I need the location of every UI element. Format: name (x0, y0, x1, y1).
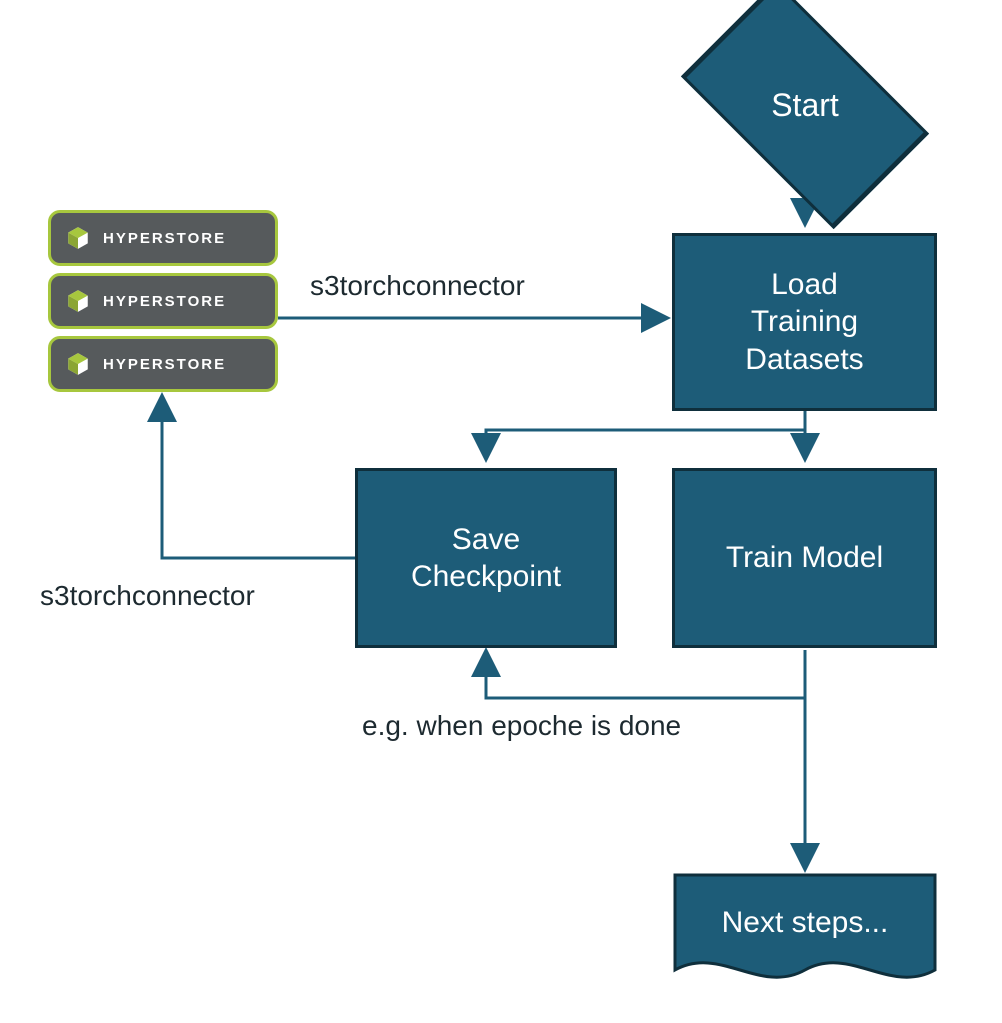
hyperstore-card-3: HYPERSTORE (48, 336, 278, 392)
cube-icon (65, 351, 91, 377)
node-load-datasets: Load Training Datasets (672, 233, 937, 411)
cube-icon (65, 225, 91, 251)
label-s3-left: s3torchconnector (40, 580, 255, 612)
node-train-model: Train Model (672, 468, 937, 648)
node-start: Start (685, 35, 925, 175)
label-epoch-note: e.g. when epoche is done (362, 710, 681, 742)
node-next-steps: Next steps... (675, 875, 935, 975)
cube-icon (65, 288, 91, 314)
hyperstore-label: HYPERSTORE (103, 356, 226, 373)
node-start-label: Start (685, 35, 925, 175)
flow-diagram: Start Load Training Datasets Train Model… (0, 0, 1002, 1023)
node-save-label: Save Checkpoint (411, 521, 561, 596)
node-train-label: Train Model (726, 539, 883, 577)
hyperstore-card-1: HYPERSTORE (48, 210, 278, 266)
label-s3-top: s3torchconnector (310, 270, 525, 302)
node-load-label: Load Training Datasets (745, 266, 863, 379)
hyperstore-label: HYPERSTORE (103, 293, 226, 310)
node-save-checkpoint: Save Checkpoint (355, 468, 617, 648)
hyperstore-card-2: HYPERSTORE (48, 273, 278, 329)
hyperstore-label: HYPERSTORE (103, 230, 226, 247)
node-next-label: Next steps... (675, 875, 935, 970)
